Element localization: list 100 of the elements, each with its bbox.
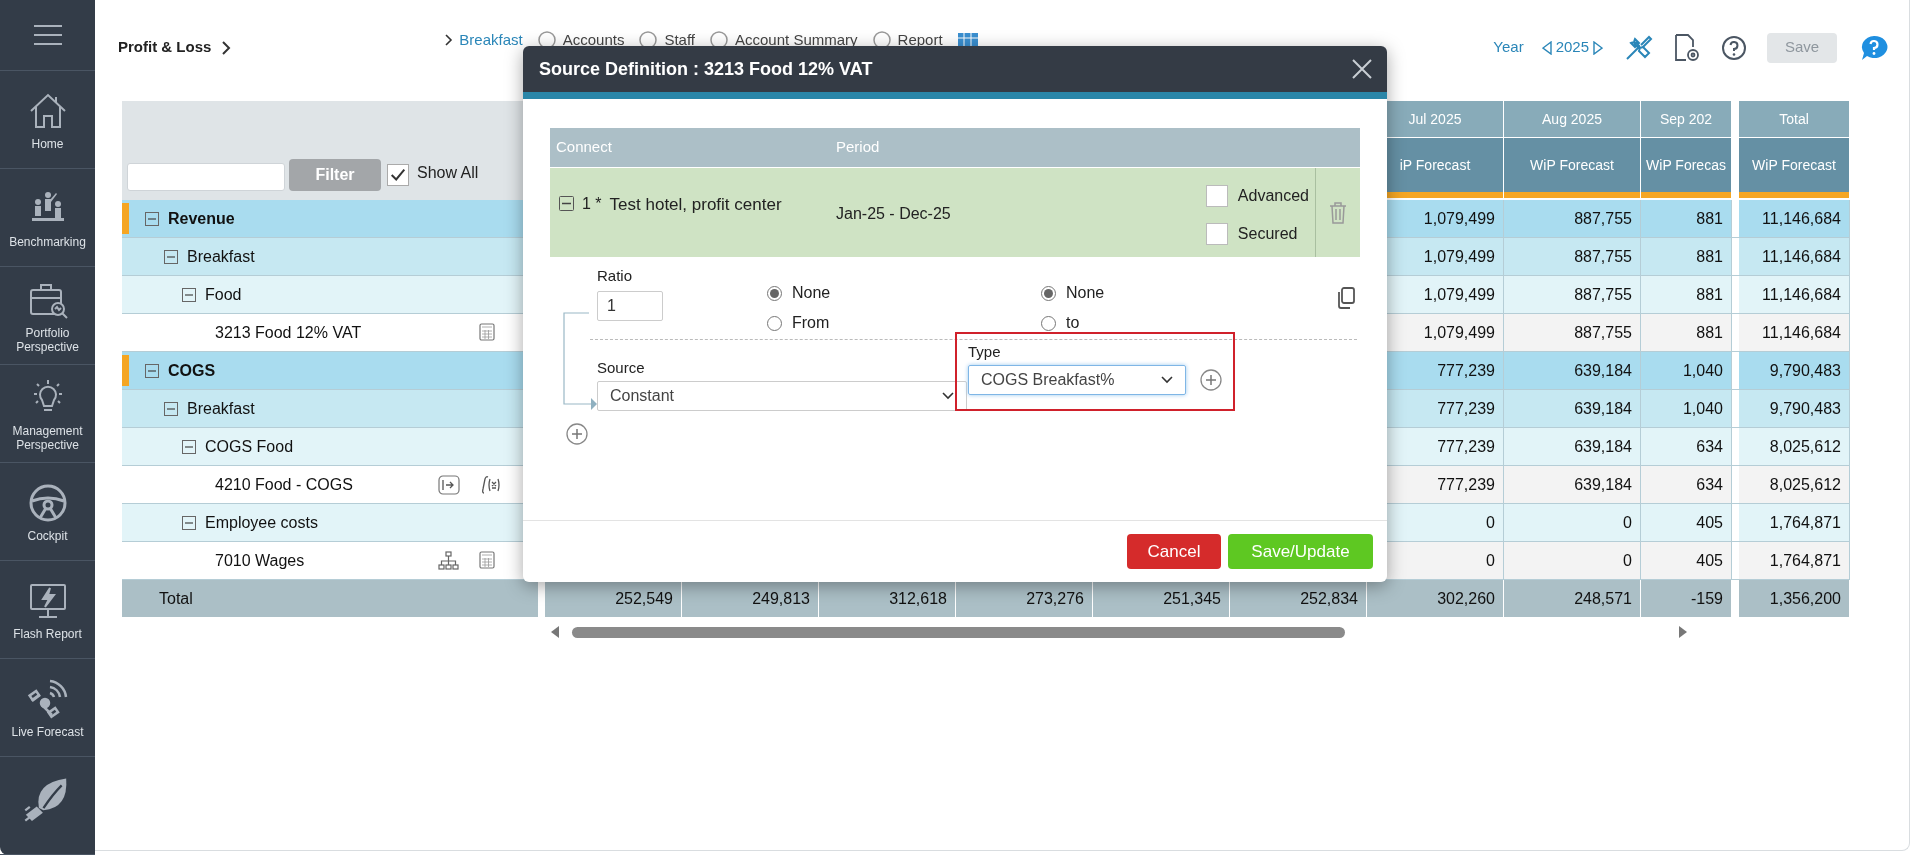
collapse-icon[interactable]	[182, 287, 196, 302]
table-cell: 312,618	[819, 580, 956, 617]
sidebar-item[interactable]: Live Forecast	[0, 659, 95, 757]
filter-field[interactable]	[127, 163, 285, 191]
help-chat-icon[interactable]	[1859, 33, 1889, 62]
row-label: 4210 Food - COGS	[215, 474, 353, 495]
collapse-icon[interactable]	[559, 196, 574, 211]
radio-button[interactable]	[1041, 285, 1056, 301]
triangle-left-icon[interactable]	[1541, 40, 1552, 55]
hierarchy-icon[interactable]	[438, 550, 460, 571]
checkbox-label: Advanced	[1237, 186, 1309, 206]
table-cell: 887,755	[1504, 314, 1641, 351]
checkbox[interactable]	[1205, 185, 1228, 207]
table-cell: 639,184	[1504, 466, 1641, 503]
table-cell: 1,040	[1641, 390, 1732, 427]
document-settings-icon[interactable]	[1673, 32, 1701, 63]
connection-index: 1 *	[582, 194, 602, 214]
cancel-button[interactable]: Cancel	[1127, 534, 1221, 569]
table-cell: 0	[1504, 542, 1641, 579]
sidebar-item[interactable]: Home	[0, 71, 95, 169]
type-dropdown[interactable]: COGS Breakfast%	[968, 364, 1186, 395]
column-header: Total	[1739, 101, 1849, 137]
show-all-checkbox[interactable]	[387, 164, 409, 186]
row-label: COGS Food	[205, 436, 294, 457]
table-cell: 252,549	[545, 580, 682, 617]
show-all-label: Show All	[417, 163, 479, 183]
year-value: 2025	[1555, 37, 1589, 58]
row-label: 3213 Food 12% VAT	[215, 322, 362, 343]
radio-button[interactable]	[1041, 315, 1056, 331]
group-marker	[122, 355, 129, 386]
sidebar-item[interactable]: Benchmarking	[0, 169, 95, 267]
chevron-right-icon	[221, 40, 232, 55]
chevron-down-icon	[1161, 375, 1173, 384]
source-label: Source	[597, 358, 646, 378]
table-cell: 9,790,483	[1739, 352, 1850, 389]
copy-icon[interactable]	[1336, 287, 1356, 309]
checkbox-label: Secured	[1237, 224, 1298, 244]
table-cell: 11,146,684	[1739, 276, 1850, 313]
source-dropdown[interactable]: Constant	[597, 380, 967, 411]
radio-button[interactable]	[767, 285, 782, 301]
table-cell: 11,146,684	[1739, 314, 1850, 351]
table-cell: 251,345	[1093, 580, 1230, 617]
table-cell: 639,184	[1504, 390, 1641, 427]
collapse-icon[interactable]	[145, 363, 159, 378]
column-header: Sep 202	[1641, 101, 1731, 137]
row-label: Breakfast	[187, 246, 255, 267]
table-cell: 881	[1641, 276, 1732, 313]
year-label: Year	[1493, 37, 1524, 58]
help-icon[interactable]	[1721, 34, 1747, 61]
radio-button[interactable]	[767, 315, 782, 331]
column-subheader: WiP Forecast	[1504, 138, 1640, 192]
add-icon[interactable]	[566, 422, 588, 445]
calendar-icon[interactable]	[956, 32, 979, 49]
collapse-icon[interactable]	[182, 515, 196, 530]
type-label: Type	[968, 342, 1002, 362]
table-cell: 8,025,612	[1739, 466, 1850, 503]
radio-label: to	[1066, 313, 1080, 333]
scroll-left-icon[interactable]	[550, 625, 560, 639]
chevron-down-icon	[942, 391, 954, 400]
triangle-right-icon[interactable]	[1593, 40, 1603, 55]
ratio-label: Ratio	[597, 266, 634, 286]
sidebar-item[interactable]: Management Perspective	[0, 365, 95, 463]
table-cell: 273,276	[956, 580, 1093, 617]
sidebar-item[interactable]: Portfolio Perspective	[0, 267, 95, 365]
sidebar-item[interactable]: Cockpit	[0, 463, 95, 561]
checkbox[interactable]	[1205, 223, 1228, 245]
table-cell: 887,755	[1504, 200, 1641, 237]
table-cell: 249,813	[682, 580, 819, 617]
connection-name: Test hotel, profit center	[609, 194, 782, 216]
add-icon[interactable]	[1200, 368, 1222, 391]
radio-label: From	[792, 313, 830, 333]
group-marker	[122, 203, 129, 234]
table-cell: 634	[1641, 466, 1732, 503]
table-cell: 639,184	[1504, 352, 1641, 389]
scrollbar-thumb[interactable]	[572, 626, 1345, 638]
menu-icon[interactable]	[31, 23, 64, 47]
radio-label: None	[792, 283, 831, 303]
table-cell: 302,260	[1367, 580, 1504, 617]
table-cell: 639,184	[1504, 428, 1641, 465]
table-cell: 11,146,684	[1739, 238, 1850, 275]
sidebar-item[interactable]: Flash Report	[0, 561, 95, 659]
collapse-icon[interactable]	[145, 211, 159, 226]
collapse-icon[interactable]	[164, 249, 178, 264]
period-text: Jan-25 - Dec-25	[836, 204, 951, 224]
table-cell: 1,764,871	[1739, 542, 1850, 579]
scroll-right-icon[interactable]	[1678, 625, 1688, 639]
page-title: Profit & Loss	[118, 37, 212, 58]
column-subheader: WiP Forecast	[1739, 138, 1849, 192]
ratio-field[interactable]: 1	[597, 290, 663, 321]
checkmark-icon	[389, 166, 407, 184]
row-label: Total	[159, 588, 193, 609]
table-cell: 252,834	[1230, 580, 1367, 617]
breadcrumb-link[interactable]: Breakfast	[459, 29, 523, 52]
table-cell: 405	[1641, 504, 1732, 541]
chevron-right-icon	[445, 34, 454, 47]
collapse-icon[interactable]	[164, 401, 178, 416]
collapse-icon[interactable]	[182, 439, 196, 454]
table-cell: 881	[1641, 314, 1732, 351]
close-icon[interactable]	[1351, 58, 1373, 80]
row-label: Revenue	[168, 208, 235, 229]
